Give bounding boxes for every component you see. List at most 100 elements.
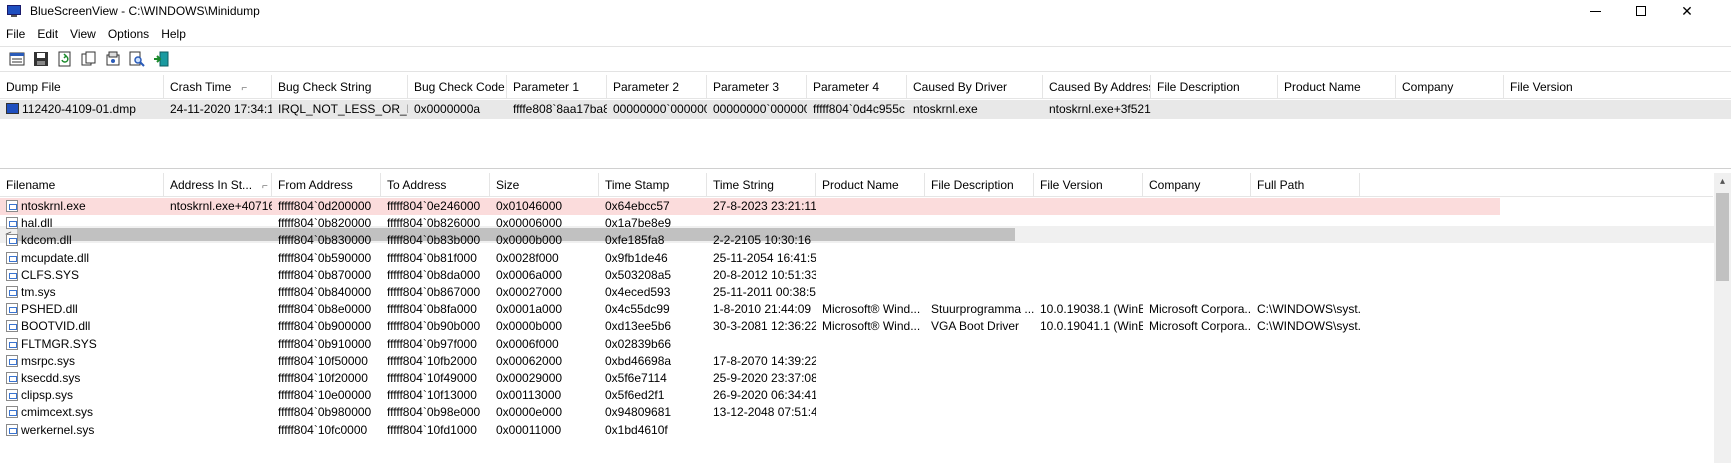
refresh-button[interactable] (56, 50, 74, 68)
from-address-cell: fffff804`0b830000 (278, 233, 372, 248)
address-in-stack-cell (164, 353, 272, 370)
company-cell (1143, 215, 1251, 232)
close-button[interactable]: ✕ (1664, 0, 1710, 22)
col-parameter-4[interactable]: Parameter 4 (807, 75, 907, 99)
company-cell (1143, 370, 1251, 387)
file-description-cell (925, 284, 1034, 301)
table-row[interactable]: FLTMGR.SYS fffff804`0b910000 fffff804`0b97… (0, 336, 1500, 353)
file-icon (6, 303, 18, 316)
file-version-cell (1034, 215, 1143, 232)
address-in-stack-cell (164, 336, 272, 353)
size-cell: 0x00062000 (496, 353, 563, 368)
file-version-cell (1034, 370, 1143, 387)
file-icon (6, 286, 18, 298)
filename-cell: PSHED.dll (0, 301, 164, 318)
company-cell (1143, 267, 1251, 284)
col-size[interactable]: Size (490, 173, 599, 197)
table-row[interactable]: PSHED.dll fffff804`0b8e0000 fffff804`0b8fa… (0, 301, 1500, 318)
table-row[interactable]: ntoskrnl.exe ntoskrnl.exe+407169 fffff804`… (0, 198, 1500, 215)
file-version-cell (1034, 232, 1143, 249)
col-filename[interactable]: Filename (0, 173, 164, 197)
html-report-button[interactable] (104, 50, 122, 68)
col-time-stamp[interactable]: Time Stamp (599, 173, 707, 197)
copy-button[interactable] (80, 50, 98, 68)
col-parameter-3[interactable]: Parameter 3 (707, 75, 807, 99)
to-address-cell: fffff804`10fd1000 (387, 422, 477, 437)
col-product-name[interactable]: Product Name (816, 173, 925, 197)
dump-row[interactable]: 112420-4109-01.dmp 24-11-2020 17:34:15 I… (0, 100, 1731, 119)
file-version-cell (1034, 353, 1143, 370)
menu-view[interactable]: View (64, 27, 102, 41)
find-button[interactable] (128, 50, 146, 68)
table-row[interactable]: werkernel.sys fffff804`10fc0000 fffff804`1… (0, 422, 1500, 439)
col-product-name[interactable]: Product Name (1278, 75, 1396, 99)
col-parameter-2[interactable]: Parameter 2 (607, 75, 707, 99)
dump-list[interactable]: Dump File Crash Time ⌐ Bug Check String B… (0, 75, 1731, 243)
driver-list[interactable]: Filename Address In St... ⌐ From Address … (0, 173, 1731, 463)
col-caused-by-address[interactable]: Caused By Address (1043, 75, 1151, 99)
address-in-stack-cell: ntoskrnl.exe+407169 (170, 199, 272, 213)
vertical-scroll-thumb[interactable] (1716, 193, 1729, 281)
maximize-button[interactable] (1618, 0, 1664, 22)
table-row[interactable]: clipsp.sys fffff804`10e00000 fffff804`10f1… (0, 387, 1500, 404)
filename-cell: FLTMGR.SYS (0, 336, 164, 353)
filename-cell: ntoskrnl.exe (0, 198, 164, 215)
exit-button[interactable] (152, 50, 170, 68)
size-cell: 0x0006f000 (496, 336, 559, 351)
full-path-cell (1251, 267, 1360, 284)
col-address-in-stack[interactable]: Address In St... ⌐ (164, 173, 272, 197)
col-dump-file[interactable]: Dump File (0, 75, 164, 99)
file-icon (6, 234, 18, 247)
address-in-stack-cell (164, 422, 272, 439)
table-row[interactable]: tm.sys fffff804`0b840000 fffff804`0b867000… (0, 284, 1500, 301)
menu-options[interactable]: Options (102, 27, 155, 41)
parameter-3-cell: 00000000`000000... (713, 102, 807, 116)
size-cell: 0x00006000 (496, 216, 563, 231)
save-button[interactable] (32, 50, 50, 68)
company-cell (1143, 387, 1251, 404)
col-file-description[interactable]: File Description (1151, 75, 1278, 99)
to-address-cell: fffff804`10f49000 (387, 371, 477, 385)
col-time-string[interactable]: Time String (707, 173, 816, 197)
table-row[interactable]: msrpc.sys fffff804`10f50000 fffff804`10fb2… (0, 353, 1500, 370)
col-file-version[interactable]: File Version (1504, 75, 1731, 99)
menu-help[interactable]: Help (155, 27, 192, 41)
col-parameter-1[interactable]: Parameter 1 (507, 75, 607, 99)
table-row[interactable]: mcupdate.dll fffff804`0b590000 fffff804`0b… (0, 250, 1500, 267)
table-row[interactable]: kdcom.dll fffff804`0b830000 fffff804`0b83b… (0, 232, 1500, 249)
table-row[interactable]: hal.dll fffff804`0b820000 fffff804`0b82600… (0, 215, 1500, 232)
table-row[interactable]: cmimcext.sys fffff804`0b980000 fffff804`0b… (0, 404, 1500, 421)
table-row[interactable]: ksecdd.sys fffff804`10f20000 fffff804`10f4… (0, 370, 1500, 387)
minimize-button[interactable] (1572, 0, 1618, 22)
menu-edit[interactable]: Edit (31, 27, 64, 41)
col-full-path[interactable]: Full Path (1251, 173, 1360, 197)
from-address-cell: fffff804`0b900000 (278, 319, 372, 334)
product-name-cell (816, 198, 925, 215)
col-file-description[interactable]: File Description (925, 173, 1034, 197)
product-name-cell: Microsoft® Wind... (822, 319, 921, 334)
col-caused-by-driver[interactable]: Caused By Driver (907, 75, 1043, 99)
col-crash-time[interactable]: Crash Time ⌐ (164, 75, 272, 99)
col-to-address[interactable]: To Address (381, 173, 490, 197)
col-file-version[interactable]: File Version (1034, 173, 1143, 197)
col-company[interactable]: Company (1143, 173, 1251, 197)
dump-file-icon (6, 103, 19, 114)
company-cell: Microsoft Corpora... (1149, 302, 1251, 317)
time-string-cell: 25-9-2020 23:37:08 (713, 371, 816, 385)
col-from-address[interactable]: From Address (272, 173, 381, 197)
vertical-scrollbar[interactable]: ▴ (1714, 173, 1731, 463)
filename-cell: CLFS.SYS (0, 267, 164, 284)
time-string-cell (707, 215, 816, 232)
file-description-cell (925, 387, 1034, 404)
full-path-cell: C:\WINDOWS\syst... (1257, 319, 1360, 334)
table-row[interactable]: CLFS.SYS fffff804`0b870000 fffff804`0b8da0… (0, 267, 1500, 284)
parameter-2-cell: 00000000`000000... (613, 102, 707, 116)
col-company[interactable]: Company (1396, 75, 1504, 99)
table-row[interactable]: BOOTVID.dll fffff804`0b900000 fffff804`0b9… (0, 318, 1500, 335)
properties-button[interactable] (8, 50, 26, 68)
menu-file[interactable]: File (0, 27, 31, 41)
col-bug-check-code[interactable]: Bug Check Code (408, 75, 507, 99)
scroll-up-icon[interactable]: ▴ (1714, 173, 1731, 190)
col-bug-check-string[interactable]: Bug Check String (272, 75, 408, 99)
address-in-stack-cell (164, 301, 272, 318)
